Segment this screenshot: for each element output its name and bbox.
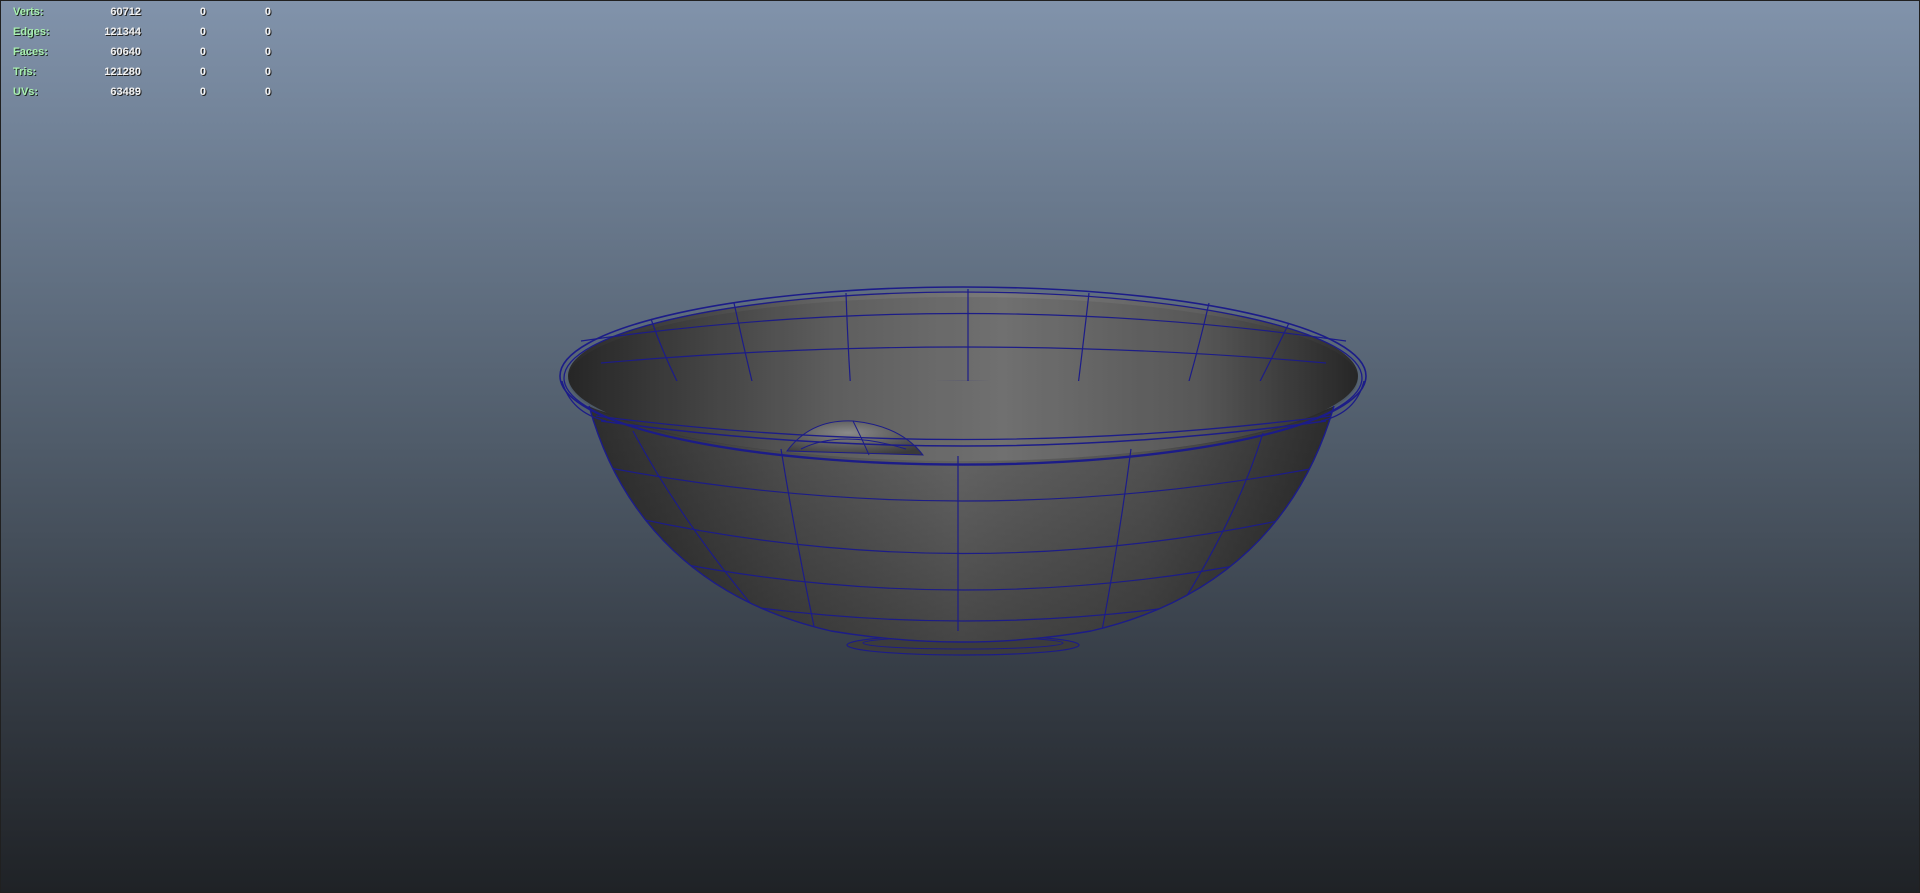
bowl-model[interactable] <box>1 1 1920 893</box>
3d-viewport[interactable]: Verts: 60712 0 0 Edges: 121344 0 0 Faces… <box>0 0 1920 893</box>
